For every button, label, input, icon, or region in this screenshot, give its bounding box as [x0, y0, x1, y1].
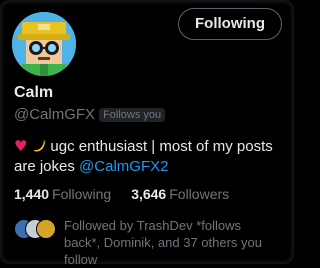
followers-stat-label: Followers — [169, 186, 230, 202]
heart-icon: ♥ — [14, 137, 28, 155]
profile-avatar[interactable] — [12, 12, 76, 76]
followed-by-text: Followed by TrashDev *follows back*, Dom… — [64, 218, 262, 267]
following-stat[interactable]: 1,440 Following — [14, 186, 111, 202]
followers-stat[interactable]: 3,646 Followers — [131, 186, 229, 202]
followers-count: 3,646 — [131, 186, 167, 202]
avatar-image — [12, 12, 76, 76]
followed-by-row[interactable]: Followed by TrashDev *follows back*, Dom… — [14, 217, 284, 268]
following-stat-label: Following — [52, 186, 112, 202]
handle-row: @CalmGFX Follows you — [14, 106, 166, 123]
follows-you-badge: Follows you — [99, 107, 166, 122]
profile-bio: ♥ ugc enthusiast | most of my posts are … — [14, 136, 284, 177]
profile-display-name[interactable]: Calm — [14, 84, 53, 102]
following-button[interactable]: Following — [178, 8, 282, 40]
profile-hover-card: Following Calm @CalmGFX Follows you ♥ ug… — [0, 0, 294, 267]
banana-icon — [32, 137, 51, 155]
mutual-avatar — [36, 219, 56, 239]
following-count: 1,440 — [14, 186, 50, 202]
profile-handle[interactable]: @CalmGFX — [14, 106, 95, 123]
profile-stats: 1,440 Following 3,646 Followers — [14, 186, 249, 202]
bio-mention-link[interactable]: @CalmGFX2 — [79, 158, 168, 175]
followed-by-avatars — [14, 219, 56, 239]
